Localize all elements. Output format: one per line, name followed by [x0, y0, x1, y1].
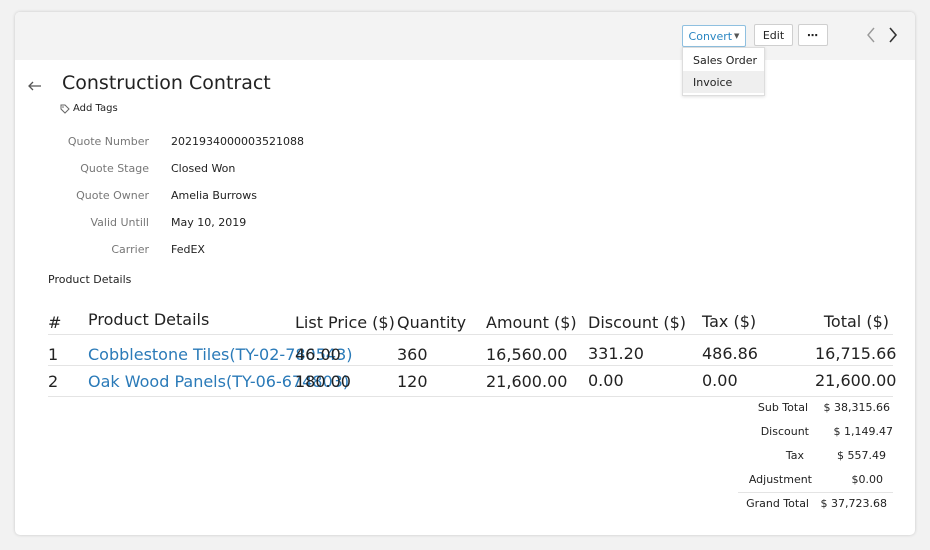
- field-quote-stage: Quote Stage Closed Won: [15, 162, 415, 178]
- subtotal-label: Sub Total: [757, 401, 808, 414]
- grand-total-value: $ 37,723.68: [820, 497, 887, 510]
- field-carrier: Carrier FedEX: [15, 243, 415, 259]
- column-header-list-price: List Price ($): [295, 313, 395, 332]
- convert-button-label: Convert: [688, 29, 733, 43]
- caret-down-icon: ▼: [734, 32, 740, 40]
- field-label: Quote Number: [67, 135, 149, 148]
- column-header-amount: Amount ($): [486, 313, 577, 332]
- table-cell-quantity: 120: [397, 372, 428, 391]
- column-header-number: #: [48, 313, 62, 332]
- column-header-product: Product Details: [88, 310, 210, 329]
- quote-detail-card: Convert ▼ Edit ⋯ Sales Order Invoice Con…: [15, 12, 915, 535]
- grand-total-divider: [738, 492, 893, 493]
- convert-dropdown-menu: Sales Order Invoice: [682, 47, 765, 96]
- chevron-left-icon: [867, 27, 875, 43]
- adjustment-value: $0.00: [851, 473, 884, 486]
- convert-button[interactable]: Convert ▼: [682, 25, 746, 47]
- table-cell-tax: 486.86: [702, 344, 758, 363]
- add-tags-label: Add Tags: [73, 103, 118, 114]
- discount-total-label: Discount: [760, 425, 809, 438]
- adjustment-label: Adjustment: [748, 473, 812, 486]
- field-label: Quote Owner: [76, 189, 149, 202]
- product-link[interactable]: Cobblestone Tiles: [88, 345, 229, 364]
- field-label: Valid Untill: [90, 216, 149, 229]
- column-header-quantity: Quantity: [397, 313, 467, 332]
- table-cell-total: 16,715.66: [815, 344, 897, 363]
- table-cell-total: 21,600.00: [815, 371, 897, 390]
- table-cell-amount: 16,560.00: [486, 345, 568, 364]
- field-value: Closed Won: [171, 162, 236, 175]
- menu-item-sales-order[interactable]: Sales Order: [683, 49, 764, 71]
- table-cell-list-price: 46.00: [295, 345, 341, 364]
- menu-item-invoice[interactable]: Invoice: [683, 71, 764, 93]
- table-cell-number: 2: [48, 372, 59, 391]
- tag-icon: [60, 104, 70, 114]
- more-options-button[interactable]: ⋯: [798, 24, 828, 46]
- subtotal-value: $ 38,315.66: [823, 401, 890, 414]
- field-quote-number: Quote Number 2021934000003521088: [15, 135, 415, 151]
- tax-total-label: Tax: [785, 449, 804, 462]
- table-cell-quantity: 360: [397, 345, 428, 364]
- column-header-total: Total ($): [823, 312, 889, 331]
- field-label: Carrier: [111, 243, 149, 256]
- table-cell-discount: 0.00: [588, 371, 624, 390]
- field-value: May 10, 2019: [171, 216, 247, 229]
- field-value: FedEX: [171, 243, 205, 256]
- edit-button[interactable]: Edit: [754, 24, 793, 46]
- field-quote-owner: Quote Owner Amelia Burrows: [15, 189, 415, 205]
- chevron-right-icon: [889, 27, 898, 43]
- add-tags-link[interactable]: Add Tags: [60, 103, 118, 114]
- table-cell-list-price: 180.00: [295, 372, 351, 391]
- section-title-product-details: Product Details: [48, 273, 132, 286]
- next-record-button[interactable]: [883, 23, 903, 47]
- page-title: Construction Contract: [62, 72, 271, 94]
- arrow-left-icon: [28, 81, 41, 91]
- more-icon: ⋯: [807, 28, 819, 42]
- grand-total-label: Grand Total: [746, 497, 809, 510]
- column-header-discount: Discount ($): [588, 313, 686, 332]
- table-divider: [48, 334, 893, 335]
- previous-record-button[interactable]: [861, 23, 881, 47]
- field-label: Quote Stage: [80, 162, 149, 175]
- table-cell-amount: 21,600.00: [486, 372, 568, 391]
- table-divider: [48, 365, 893, 366]
- field-value: Amelia Burrows: [171, 189, 257, 202]
- table-cell-discount: 331.20: [588, 344, 644, 363]
- table-divider: [48, 396, 893, 397]
- discount-total-value: $ 1,149.47: [833, 425, 893, 438]
- field-value: 2021934000003521088: [171, 135, 304, 148]
- back-button[interactable]: [27, 78, 43, 94]
- field-valid-until: Valid Untill May 10, 2019: [15, 216, 415, 232]
- product-link[interactable]: Oak Wood Panels: [88, 372, 226, 391]
- tax-total-value: $ 557.49: [837, 449, 886, 462]
- table-cell-number: 1: [48, 345, 59, 364]
- table-cell-tax: 0.00: [702, 371, 738, 390]
- column-header-tax: Tax ($): [702, 312, 757, 331]
